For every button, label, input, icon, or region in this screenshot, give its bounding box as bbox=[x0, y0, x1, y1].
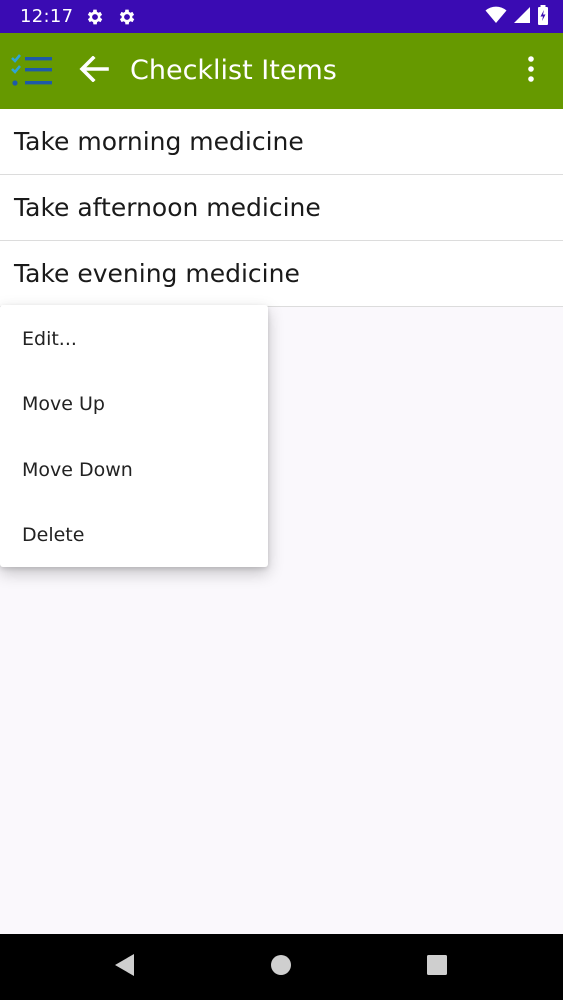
overflow-menu-icon bbox=[528, 56, 534, 86]
menu-item-move-down[interactable]: Move Down bbox=[0, 437, 268, 503]
checklist-app-icon bbox=[10, 53, 54, 89]
gear-icon bbox=[117, 7, 137, 27]
signal-icon bbox=[513, 6, 531, 28]
status-right-icons bbox=[485, 4, 549, 29]
list-item[interactable]: Take afternoon medicine bbox=[0, 175, 563, 241]
overflow-menu-button[interactable] bbox=[519, 53, 543, 89]
list-item[interactable]: Take evening medicine bbox=[0, 241, 563, 307]
list-item-label: Take evening medicine bbox=[14, 259, 300, 288]
nav-back-button[interactable] bbox=[112, 954, 138, 980]
menu-item-move-up[interactable]: Move Up bbox=[0, 372, 268, 438]
menu-item-edit[interactable]: Edit... bbox=[0, 306, 268, 372]
wifi-icon bbox=[485, 6, 507, 28]
list-item-label: Take morning medicine bbox=[14, 127, 304, 156]
navigation-bar bbox=[0, 934, 563, 1000]
nav-home-icon bbox=[270, 954, 292, 980]
status-time: 12:17 bbox=[20, 6, 74, 27]
app-bar: Checklist Items bbox=[0, 33, 563, 109]
list-item-label: Take afternoon medicine bbox=[14, 193, 321, 222]
page-title: Checklist Items bbox=[130, 55, 337, 86]
menu-item-delete[interactable]: Delete bbox=[0, 503, 268, 569]
gear-icon bbox=[85, 7, 105, 27]
battery-icon bbox=[537, 4, 549, 29]
nav-recents-button[interactable] bbox=[424, 954, 450, 980]
nav-recents-icon bbox=[426, 954, 448, 980]
nav-back-icon bbox=[114, 953, 136, 981]
back-button[interactable] bbox=[74, 51, 114, 91]
list-item[interactable]: Take morning medicine bbox=[0, 109, 563, 175]
checklist-items-list: Take morning medicine Take afternoon med… bbox=[0, 109, 563, 307]
context-menu: Edit... Move Up Move Down Delete bbox=[0, 305, 268, 567]
nav-home-button[interactable] bbox=[268, 954, 294, 980]
back-arrow-icon bbox=[79, 55, 109, 86]
screen: 12:17 Checklist Items Take morning medic… bbox=[0, 0, 563, 1000]
status-bar: 12:17 bbox=[0, 0, 563, 33]
